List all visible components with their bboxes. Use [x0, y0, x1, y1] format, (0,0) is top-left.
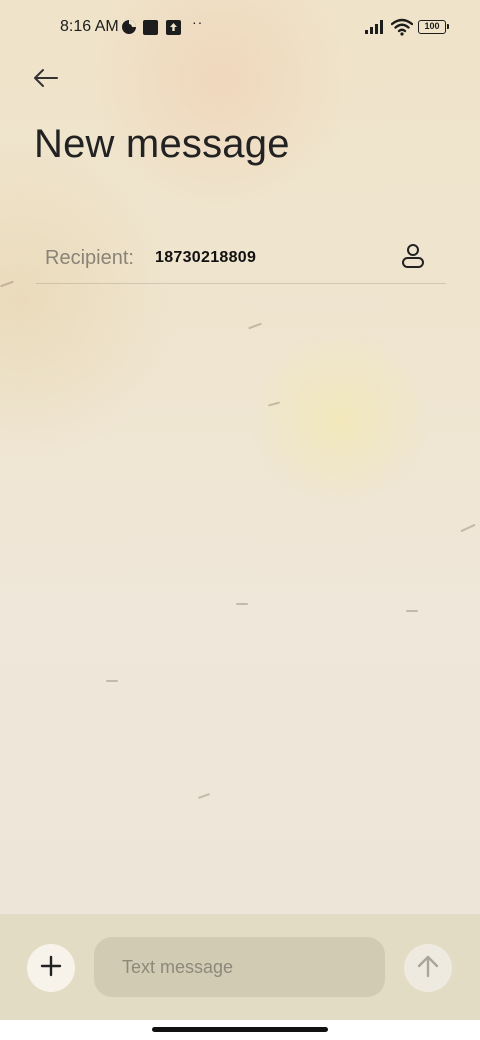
notification-square-icon — [143, 20, 158, 35]
send-button[interactable] — [404, 944, 452, 992]
status-time: 8:16 AM — [60, 18, 119, 35]
paper-texture-speck — [460, 523, 476, 533]
paper-texture-speck — [198, 793, 210, 799]
home-indicator[interactable] — [152, 1027, 328, 1032]
paper-texture-speck — [106, 680, 118, 682]
wifi-icon — [390, 18, 414, 36]
paper-texture-speck — [0, 280, 14, 288]
plus-icon — [40, 955, 62, 982]
add-attachment-button[interactable] — [27, 944, 75, 992]
paper-texture-speck — [248, 322, 262, 330]
data-saver-icon — [121, 19, 137, 35]
upload-icon — [166, 20, 181, 35]
paper-texture-speck — [236, 603, 248, 605]
recipient-field[interactable]: Recipient: 18730218809 — [36, 232, 446, 284]
paper-texture-speck — [267, 401, 281, 407]
recipient-value[interactable]: 18730218809 — [155, 249, 256, 267]
pick-contact-button[interactable] — [396, 241, 430, 275]
page-title: New message — [34, 122, 290, 166]
battery-icon: 100 — [418, 20, 449, 34]
more-dots-icon: ·· — [192, 14, 204, 30]
person-icon — [401, 243, 425, 274]
paper-texture-speck — [406, 610, 418, 612]
status-bar: 8:16 AM ·· 100 — [0, 0, 480, 56]
navigation-bar — [0, 1020, 480, 1040]
message-composer — [0, 914, 480, 1020]
message-input[interactable] — [94, 937, 385, 997]
arrow-left-icon — [33, 68, 59, 93]
back-button[interactable] — [28, 62, 64, 98]
recipient-label: Recipient: — [45, 247, 134, 269]
arrow-up-icon — [417, 954, 439, 983]
cell-signal-icon — [364, 19, 386, 35]
